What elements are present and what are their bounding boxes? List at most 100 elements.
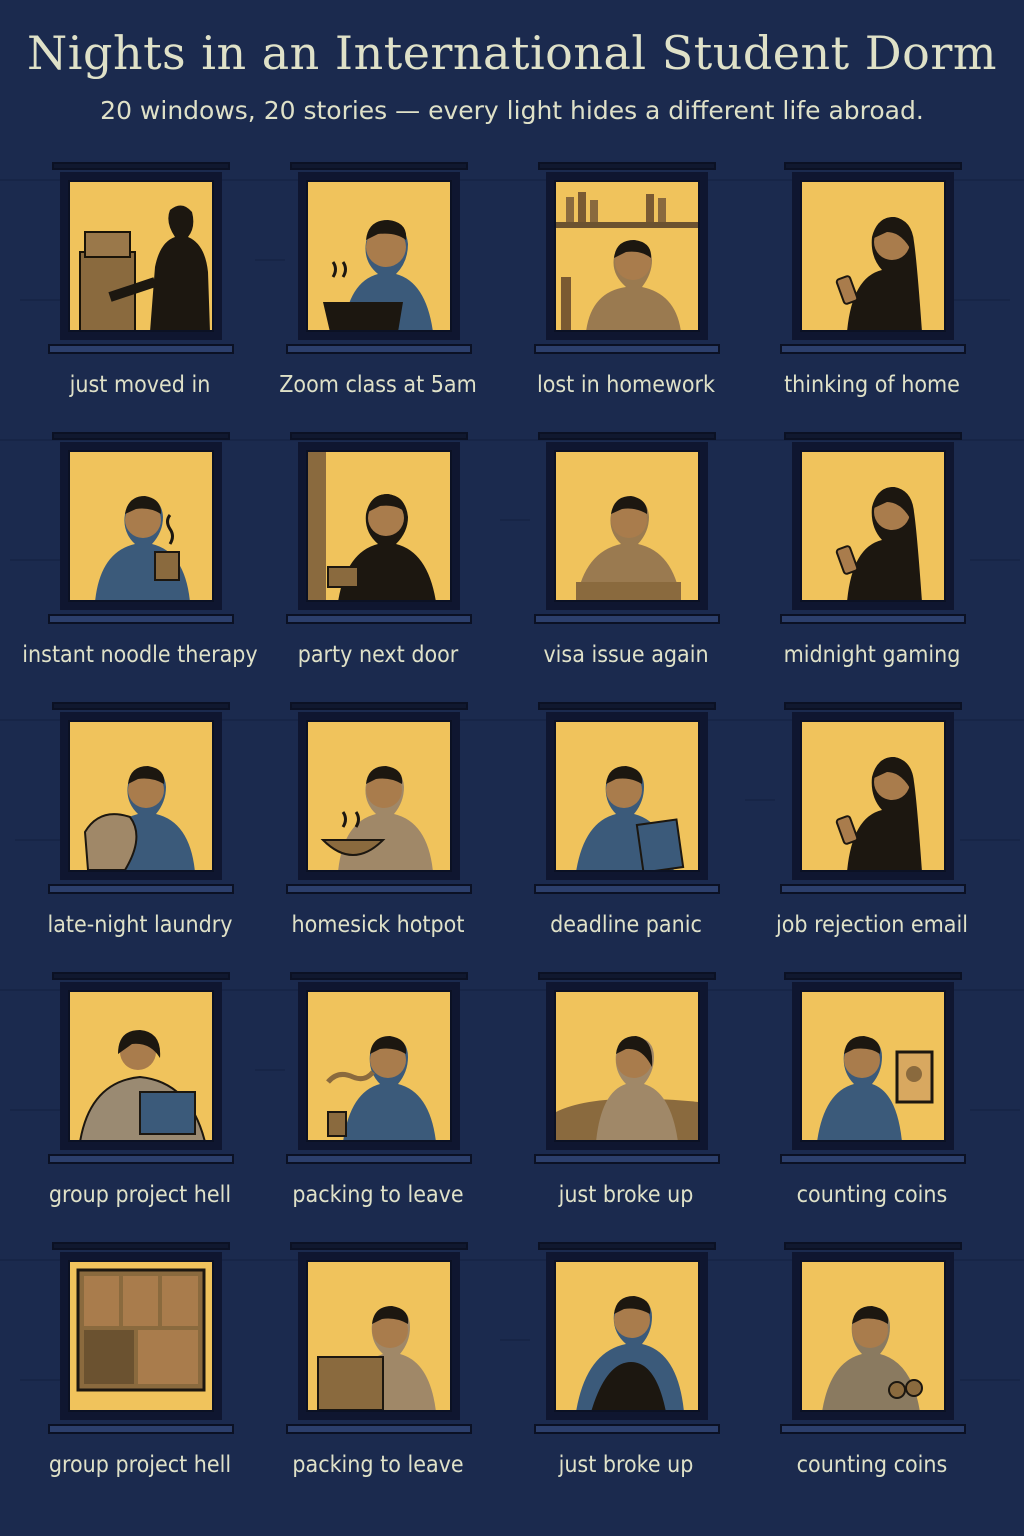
hotpot-scene	[320, 766, 433, 870]
window-lintel	[290, 162, 468, 170]
mug-scene	[95, 496, 190, 600]
lit-window	[534, 432, 720, 624]
window-frame	[792, 712, 954, 880]
head-in-hand-scene	[576, 496, 681, 600]
window-sill	[48, 1154, 234, 1164]
lit-window	[780, 432, 966, 624]
window-frame	[298, 982, 460, 1150]
laptop-scene	[323, 220, 433, 330]
sigh-scene	[326, 1036, 436, 1140]
window-pane	[554, 720, 700, 872]
window-sill	[286, 1424, 472, 1434]
window-lintel	[784, 1242, 962, 1250]
window-frame	[60, 442, 222, 610]
lit-window	[286, 162, 472, 354]
window-frame	[298, 1252, 460, 1420]
lit-window	[48, 972, 234, 1164]
window-frame	[60, 1252, 222, 1420]
lit-window	[286, 972, 472, 1164]
window-caption: homesick hotpot	[291, 912, 465, 938]
window-sill	[534, 1424, 720, 1434]
window-cell: deadline panic	[526, 702, 766, 952]
ear-covering-scene	[308, 452, 436, 600]
window-frame	[546, 982, 708, 1150]
lit-window	[534, 1242, 720, 1434]
window-lintel	[538, 1242, 716, 1250]
window-caption: thinking of home	[784, 372, 960, 398]
moving-boxes-scene	[79, 205, 210, 330]
window-lintel	[784, 702, 962, 710]
window-cell: group project hell	[40, 1242, 280, 1492]
page-subtitle: 20 windows, 20 stories — every light hid…	[100, 96, 924, 125]
window-cell: packing to leave	[278, 972, 518, 1222]
lit-window	[534, 972, 720, 1164]
window-lintel	[52, 162, 230, 170]
lit-window	[286, 432, 472, 624]
window-cell: just broke up	[526, 972, 766, 1222]
window-caption: midnight gaming	[783, 642, 961, 668]
window-pane	[800, 1260, 946, 1412]
window-caption: just moved in	[69, 372, 211, 398]
window-cell: visa issue again	[526, 432, 766, 682]
coins-scene	[822, 1306, 923, 1410]
suitcase-scene	[317, 1306, 436, 1410]
window-cell: party next door	[278, 432, 518, 682]
book-scene	[576, 766, 685, 870]
video-call-scene	[76, 1268, 206, 1392]
window-cell: just broke up	[526, 1242, 766, 1492]
window-pane	[554, 990, 700, 1142]
window-lintel	[52, 1242, 230, 1250]
window-caption: visa issue again	[543, 642, 709, 668]
window-cell: midnight gaming	[772, 432, 1012, 682]
lit-window	[48, 162, 234, 354]
window-sill	[780, 1154, 966, 1164]
window-lintel	[784, 432, 962, 440]
window-caption: instant noodle therapy	[22, 642, 258, 668]
window-caption: group project hell	[48, 1452, 232, 1478]
lit-window	[48, 432, 234, 624]
window-caption: just broke up	[558, 1452, 694, 1478]
knees-hug-scene	[576, 1296, 684, 1410]
window-lintel	[52, 972, 230, 980]
window-sill	[48, 614, 234, 624]
window-pane	[306, 990, 452, 1142]
window-cell: packing to leave	[278, 1242, 518, 1492]
window-lintel	[290, 972, 468, 980]
phone-scene	[835, 757, 922, 870]
window-sill	[534, 884, 720, 894]
window-sill	[534, 1154, 720, 1164]
window-pane	[306, 450, 452, 602]
window-frame	[298, 712, 460, 880]
window-sill	[48, 1424, 234, 1434]
window-lintel	[538, 162, 716, 170]
window-sill	[48, 344, 234, 354]
window-frame	[60, 172, 222, 340]
window-caption: packing to leave	[292, 1182, 464, 1208]
window-pane	[306, 720, 452, 872]
window-caption: party next door	[297, 642, 459, 668]
window-sill	[780, 344, 966, 354]
window-pane	[800, 450, 946, 602]
window-pane	[800, 990, 946, 1142]
lit-window	[48, 702, 234, 894]
window-lintel	[784, 972, 962, 980]
window-pane	[68, 1260, 214, 1412]
window-frame	[792, 1252, 954, 1420]
window-sill	[780, 884, 966, 894]
phone-scene	[835, 217, 922, 330]
window-pane	[68, 720, 214, 872]
window-sill	[286, 344, 472, 354]
window-pane	[800, 180, 946, 332]
window-pane	[800, 720, 946, 872]
window-lintel	[290, 432, 468, 440]
window-sill	[286, 1154, 472, 1164]
bookshelf-scene	[556, 192, 698, 330]
reading-bed-scene	[556, 1036, 698, 1140]
lit-window	[534, 702, 720, 894]
window-sill	[286, 884, 472, 894]
window-sill	[48, 884, 234, 894]
window-caption: late-night laundry	[47, 912, 233, 938]
window-frame	[546, 712, 708, 880]
window-pane	[306, 1260, 452, 1412]
window-sill	[780, 614, 966, 624]
